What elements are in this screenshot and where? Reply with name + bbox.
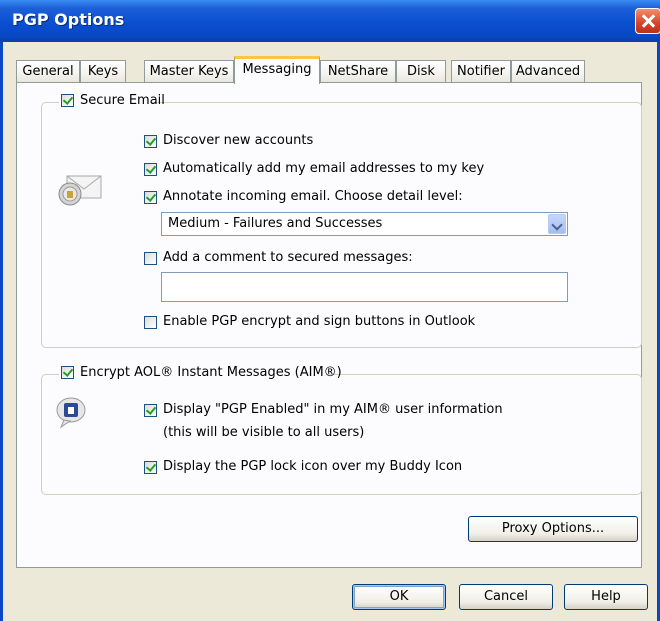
- pgp-options-window: PGP Options General Keys Master Keys Mes…: [0, 0, 660, 621]
- display-pgp-enabled-label: Display "PGP Enabled" in my AIM® user in…: [163, 402, 503, 417]
- tab-general[interactable]: General: [16, 60, 80, 82]
- aim-encrypt-checkbox[interactable]: [61, 366, 74, 379]
- tab-advanced[interactable]: Advanced: [511, 60, 585, 82]
- envelope-lock-icon: [58, 175, 102, 206]
- aim-encrypt-label: Encrypt AOL® Instant Messages (AIM®): [80, 365, 342, 380]
- help-button[interactable]: Help: [564, 584, 648, 610]
- aim-group-header: Encrypt AOL® Instant Messages (AIM®): [59, 364, 342, 382]
- tab-keys[interactable]: Keys: [80, 60, 126, 82]
- tab-messaging[interactable]: Messaging: [234, 56, 320, 84]
- cancel-button[interactable]: Cancel: [459, 584, 553, 610]
- detail-level-select[interactable]: Medium - Failures and Successes: [161, 212, 568, 236]
- tab-disk[interactable]: Disk: [396, 60, 446, 82]
- lock-icon-buddy-label: Display the PGP lock icon over my Buddy …: [163, 459, 463, 474]
- tab-master-keys[interactable]: Master Keys: [144, 60, 234, 82]
- auto-add-addresses-checkbox[interactable]: [144, 163, 157, 176]
- aim-lock-icon: [56, 397, 86, 429]
- add-comment-checkbox[interactable]: [144, 252, 157, 265]
- annotate-email-checkbox[interactable]: [144, 191, 157, 204]
- auto-add-addresses-label: Automatically add my email addresses to …: [163, 161, 485, 176]
- ok-button[interactable]: OK: [352, 584, 446, 610]
- display-pgp-enabled-checkbox[interactable]: [144, 404, 157, 417]
- discover-accounts-checkbox[interactable]: [144, 135, 157, 148]
- add-comment-label: Add a comment to secured messages:: [163, 250, 413, 265]
- secure-email-label: Secure Email: [80, 93, 165, 108]
- tab-netshare[interactable]: NetShare: [320, 60, 396, 82]
- outlook-buttons-checkbox[interactable]: [144, 316, 157, 329]
- proxy-options-button[interactable]: Proxy Options...: [468, 516, 638, 542]
- window-frame: General Keys Master Keys Messaging NetSh…: [0, 42, 660, 621]
- title-bar[interactable]: PGP Options: [0, 0, 660, 42]
- secure-email-group-header: Secure Email: [59, 92, 165, 110]
- annotate-email-label: Annotate incoming email. Choose detail l…: [163, 189, 463, 204]
- lock-icon-buddy-checkbox[interactable]: [144, 461, 157, 474]
- dialog-client-area: General Keys Master Keys Messaging NetSh…: [3, 42, 657, 621]
- close-button[interactable]: [635, 8, 660, 34]
- detail-level-value: Medium - Failures and Successes: [168, 216, 383, 231]
- tab-notifier[interactable]: Notifier: [451, 60, 511, 82]
- window-title: PGP Options: [12, 10, 125, 29]
- chevron-down-icon[interactable]: [548, 214, 566, 234]
- discover-accounts-label: Discover new accounts: [163, 133, 314, 148]
- visibility-note: (this will be visible to all users): [163, 425, 365, 440]
- outlook-buttons-label: Enable PGP encrypt and sign buttons in O…: [163, 314, 476, 329]
- comment-input[interactable]: [161, 272, 568, 302]
- secure-email-checkbox[interactable]: [61, 94, 74, 107]
